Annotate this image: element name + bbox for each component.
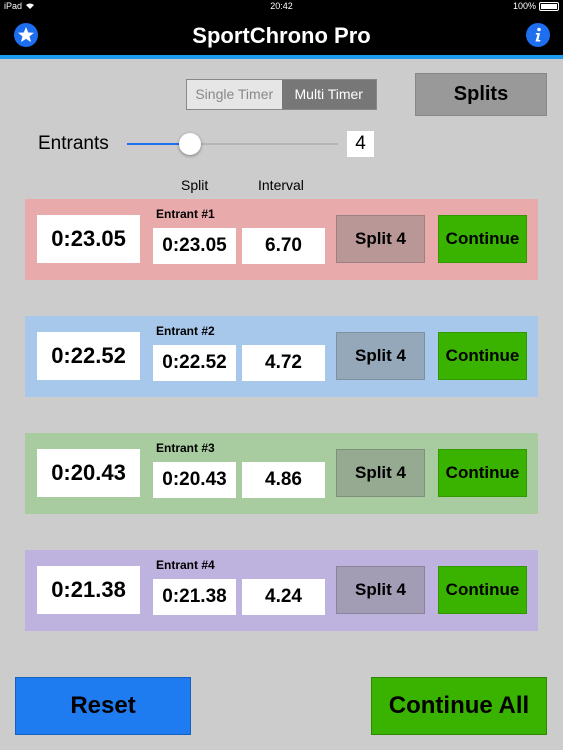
nav-bar: SportChrono Pro xyxy=(0,14,563,56)
split-button[interactable]: Split 4 xyxy=(336,566,425,614)
segment-single-timer[interactable]: Single Timer xyxy=(187,80,282,109)
split-button[interactable]: Split 4 xyxy=(336,449,425,497)
entrant-interval: 4.86 xyxy=(242,462,325,498)
entrant-time: 0:20.43 xyxy=(37,449,140,497)
entrant-split: 0:23.05 xyxy=(153,228,236,264)
app-title: SportChrono Pro xyxy=(192,23,371,48)
column-header-interval: Interval xyxy=(258,177,304,193)
entrant-row: Entrant #4 0:21.38 0:21.38 4.24 Split 4 … xyxy=(25,550,538,631)
split-button[interactable]: Split 4 xyxy=(336,332,425,380)
entrants-value: 4 xyxy=(347,131,374,157)
entrant-label: Entrant #3 xyxy=(156,441,215,455)
column-header-split: Split xyxy=(181,177,209,193)
nav-accent-line xyxy=(0,55,563,59)
entrant-split: 0:21.38 xyxy=(153,579,236,615)
battery-icon xyxy=(539,1,559,11)
entrant-label: Entrant #4 xyxy=(156,558,215,572)
entrant-split: 0:22.52 xyxy=(153,345,236,381)
entrant-interval: 6.70 xyxy=(242,228,325,264)
slider-track-empty xyxy=(190,143,338,145)
timer-mode-control: Single Timer Multi Timer xyxy=(186,79,377,110)
entrant-split: 0:20.43 xyxy=(153,462,236,498)
battery-status: 100% xyxy=(513,1,559,11)
continue-button[interactable]: Continue xyxy=(438,449,527,497)
entrant-time: 0:21.38 xyxy=(37,566,140,614)
continue-all-button[interactable]: Continue All xyxy=(371,677,547,735)
segment-multi-timer[interactable]: Multi Timer xyxy=(281,80,376,109)
status-time: 20:42 xyxy=(270,1,293,11)
entrant-time: 0:23.05 xyxy=(37,215,140,263)
reset-button[interactable]: Reset xyxy=(15,677,191,735)
entrant-row: Entrant #3 0:20.43 0:20.43 4.86 Split 4 … xyxy=(25,433,538,514)
battery-percent: 100% xyxy=(512,1,536,11)
splits-button[interactable]: Splits xyxy=(415,73,547,116)
entrants-label: Entrants xyxy=(38,133,109,154)
entrant-time: 0:22.52 xyxy=(37,332,140,380)
continue-button[interactable]: Continue xyxy=(438,566,527,614)
entrant-label: Entrant #1 xyxy=(156,207,215,221)
entrant-row: Entrant #2 0:22.52 0:22.52 4.72 Split 4 … xyxy=(25,316,538,397)
entrants-slider-thumb[interactable] xyxy=(179,133,202,155)
entrant-row: Entrant #1 0:23.05 0:23.05 6.70 Split 4 … xyxy=(25,199,538,280)
continue-button[interactable]: Continue xyxy=(438,215,527,263)
entrant-interval: 4.72 xyxy=(242,345,325,381)
continue-button[interactable]: Continue xyxy=(438,332,527,380)
entrant-label: Entrant #2 xyxy=(156,324,215,338)
entrant-interval: 4.24 xyxy=(242,579,325,615)
status-bar: iPad 20:42 100% xyxy=(0,0,563,14)
split-button[interactable]: Split 4 xyxy=(336,215,425,263)
info-icon[interactable] xyxy=(526,23,550,47)
